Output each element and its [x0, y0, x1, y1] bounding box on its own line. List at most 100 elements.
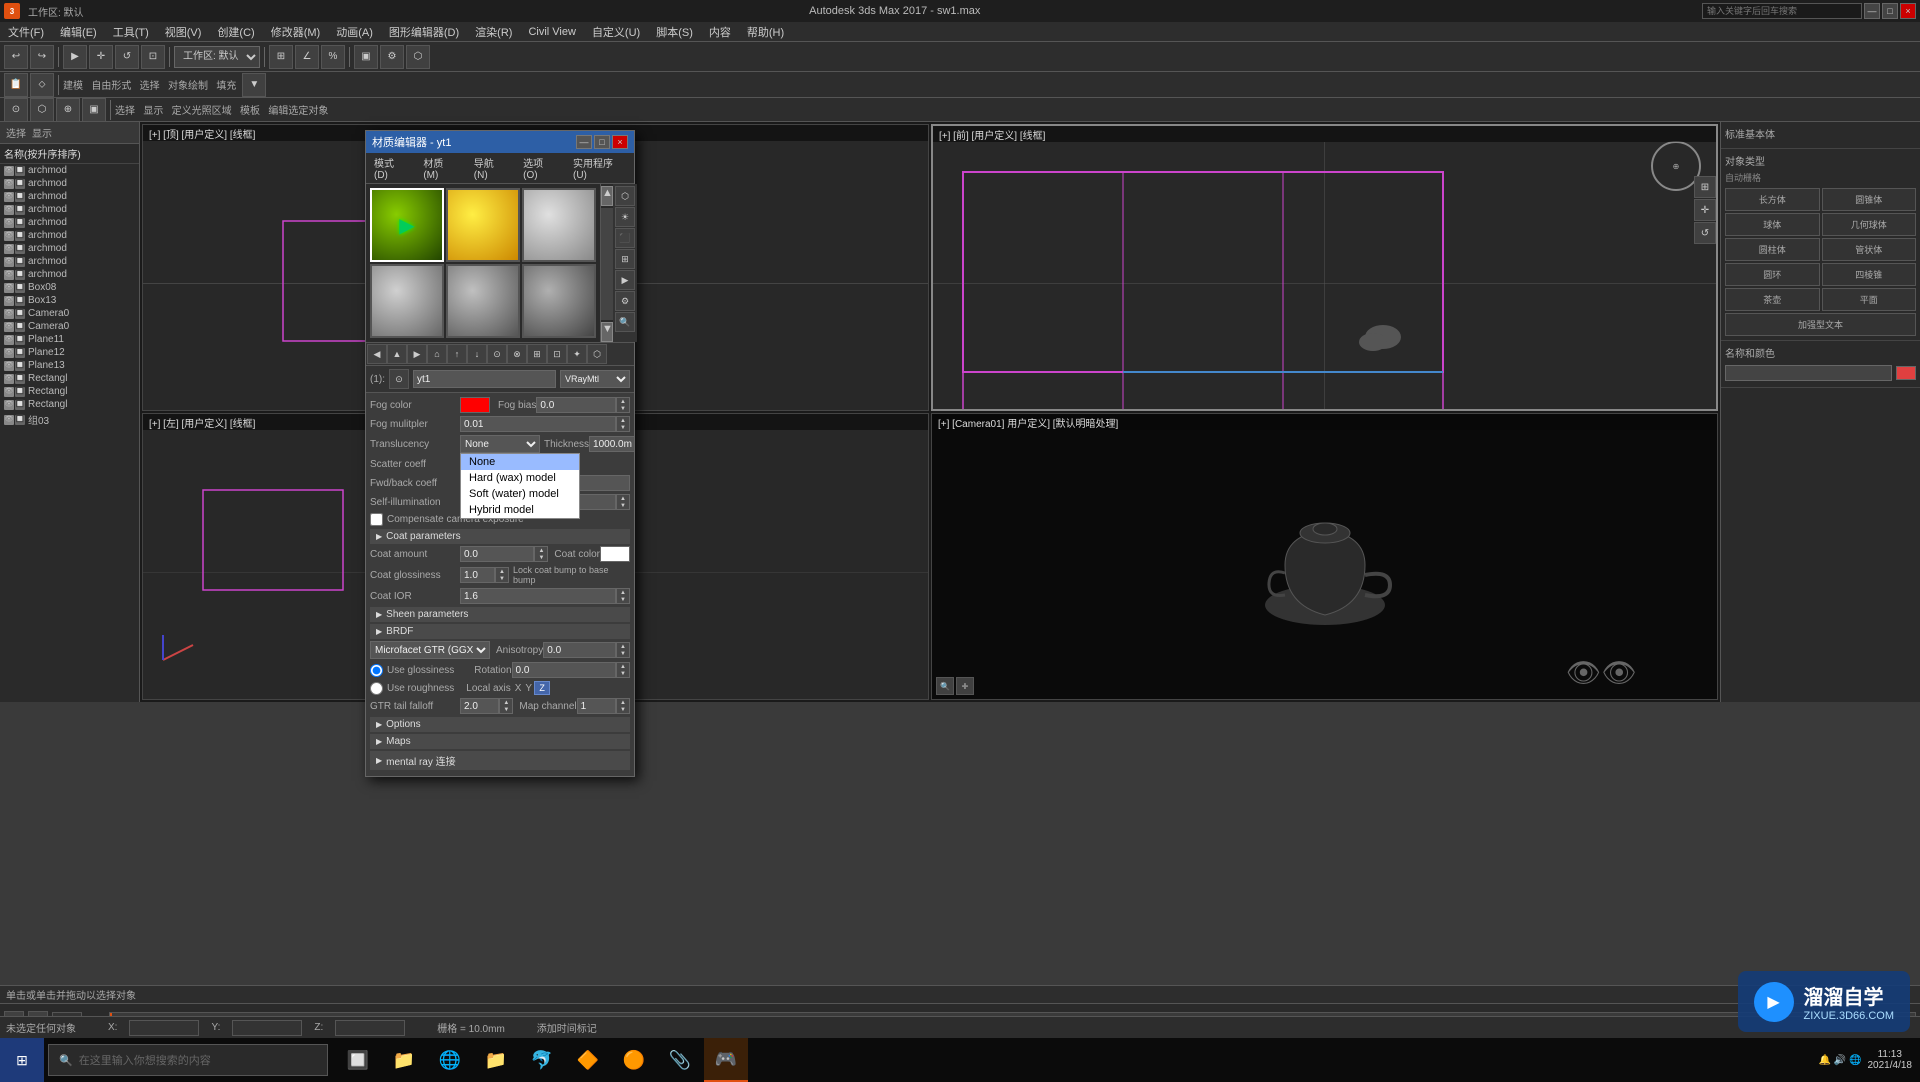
- use-gloss-radio[interactable]: [370, 664, 383, 677]
- menu-civil-view[interactable]: Civil View: [520, 22, 583, 41]
- minimize-button[interactable]: —: [1864, 3, 1880, 19]
- dialog-maximize[interactable]: □: [594, 135, 610, 149]
- options-header[interactable]: Options: [370, 717, 630, 732]
- coat-amount-input[interactable]: [460, 546, 534, 562]
- z-coord-input[interactable]: [335, 1020, 405, 1036]
- mat-menu-mode[interactable]: 模式(D): [366, 153, 415, 183]
- menu-edit[interactable]: 编辑(E): [52, 22, 105, 41]
- shape-box[interactable]: 长方体: [1725, 188, 1820, 211]
- mat-name-input[interactable]: [413, 370, 556, 388]
- taskbar-app-6[interactable]: 🔶: [566, 1038, 610, 1082]
- mat-slot-5[interactable]: [522, 264, 596, 338]
- fog-color-swatch[interactable]: [460, 397, 490, 413]
- list-item[interactable]: 👁🔲 archmod: [0, 229, 139, 242]
- snap-toggle[interactable]: ⊞: [269, 45, 293, 69]
- redo-button[interactable]: ↪: [30, 45, 54, 69]
- close-button[interactable]: ×: [1900, 3, 1916, 19]
- fog-multiplier-input[interactable]: [460, 416, 616, 432]
- shape-cone[interactable]: 圆锥体: [1822, 188, 1917, 211]
- list-item[interactable]: 👁🔲 archmod: [0, 177, 139, 190]
- list-item[interactable]: 👁🔲 archmod: [0, 190, 139, 203]
- taskbar-3dsmax[interactable]: 🎮: [704, 1038, 748, 1082]
- scene-btn2[interactable]: ⬡: [30, 98, 54, 122]
- mat-type-icon[interactable]: ⊙: [389, 369, 409, 389]
- shape-tube[interactable]: 管状体: [1822, 238, 1917, 261]
- select-label[interactable]: 选择: [6, 125, 26, 140]
- menu-create[interactable]: 创建(C): [209, 22, 262, 41]
- list-item[interactable]: 👁🔲 archmod: [0, 203, 139, 216]
- taskbar-search[interactable]: 🔍 在这里输入你想搜索的内容: [48, 1044, 328, 1076]
- taskbar-app-3[interactable]: 🌐: [428, 1038, 472, 1082]
- coat-color-swatch[interactable]: [600, 546, 630, 562]
- menu-animate[interactable]: 动画(A): [328, 22, 381, 41]
- menu-file[interactable]: 文件(F): [0, 22, 52, 41]
- dialog-close[interactable]: ×: [612, 135, 628, 149]
- trans-option-none[interactable]: None: [461, 454, 579, 470]
- list-item[interactable]: 👁🔲 Rectangl: [0, 372, 139, 385]
- nav-assign[interactable]: ⊙: [487, 344, 507, 364]
- mat-video[interactable]: ▶: [615, 270, 635, 290]
- list-item[interactable]: 👁🔲 archmod: [0, 242, 139, 255]
- shape-plane[interactable]: 平面: [1822, 288, 1917, 311]
- mat-menu-material[interactable]: 材质(M): [415, 153, 465, 183]
- layer-manager[interactable]: ⬦: [30, 73, 54, 97]
- menu-script[interactable]: 脚本(S): [648, 22, 701, 41]
- nav-put[interactable]: ↑: [447, 344, 467, 364]
- material-editor-btn[interactable]: ⬡: [406, 45, 430, 69]
- vp-zoom-btn[interactable]: ⊞: [1694, 176, 1716, 198]
- render-button[interactable]: ▣: [354, 45, 378, 69]
- coat-ior-spinner[interactable]: ▲▼: [616, 588, 630, 604]
- mat-bg[interactable]: ⬛: [615, 228, 635, 248]
- viewport-camera[interactable]: [+] [Camera01] 用户定义] [默认明暗处理] 🔍 ✛: [931, 413, 1718, 700]
- clock[interactable]: 11:13 2021/4/18: [1868, 1049, 1913, 1071]
- list-item[interactable]: 👁🔲 组03: [0, 411, 139, 428]
- nav-copy[interactable]: ⊞: [527, 344, 547, 364]
- list-item[interactable]: 👁🔲 Box08: [0, 281, 139, 294]
- list-item[interactable]: 👁🔲 Rectangl: [0, 398, 139, 411]
- rotation-input[interactable]: [512, 662, 616, 678]
- anisotropy-spinner[interactable]: ▲▼: [616, 642, 630, 658]
- mat-magnify[interactable]: 🔍: [615, 312, 635, 332]
- gtr-input[interactable]: [460, 698, 499, 714]
- fill-btn[interactable]: ▼: [242, 73, 266, 97]
- shape-torus[interactable]: 圆环: [1725, 263, 1820, 286]
- select-button[interactable]: ▶: [63, 45, 87, 69]
- menu-content[interactable]: 内容: [701, 22, 739, 41]
- scroll-up[interactable]: ▲: [601, 186, 613, 206]
- rotate-button[interactable]: ↺: [115, 45, 139, 69]
- workspace-dropdown[interactable]: 工作区: 默认: [174, 46, 260, 68]
- list-item[interactable]: 👁🔲 Plane11: [0, 333, 139, 346]
- list-item[interactable]: 👁🔲 Box13: [0, 294, 139, 307]
- maximize-button[interactable]: □: [1882, 3, 1898, 19]
- coat-gloss-spinner[interactable]: ▲▼: [495, 567, 509, 583]
- menu-graph-editor[interactable]: 图形编辑器(D): [381, 22, 467, 41]
- z-button[interactable]: Z: [534, 681, 550, 695]
- taskbar-app-2[interactable]: 📁: [382, 1038, 426, 1082]
- thickness-input[interactable]: [589, 436, 634, 452]
- viewport-top-right[interactable]: [+] [前] [用户定义] [线框]: [931, 124, 1718, 411]
- vp-orbit-btn[interactable]: ↺: [1694, 222, 1716, 244]
- nav-home[interactable]: ⌂: [427, 344, 447, 364]
- taskbar-app-4[interactable]: 📁: [474, 1038, 518, 1082]
- fog-mult-spinner[interactable]: ▲▼: [616, 416, 630, 432]
- list-item[interactable]: 👁🔲 Camera0: [0, 320, 139, 333]
- x-coord-input[interactable]: [129, 1020, 199, 1036]
- coat-gloss-input[interactable]: [460, 567, 495, 583]
- mult-spinner[interactable]: ▲▼: [616, 494, 630, 510]
- mat-menu-nav[interactable]: 导航(N): [466, 153, 515, 183]
- list-item[interactable]: 👁🔲 Plane13: [0, 359, 139, 372]
- mat-menu-utils[interactable]: 实用程序(U): [565, 153, 634, 183]
- mat-slot-4[interactable]: [446, 264, 520, 338]
- mat-slot-2[interactable]: [522, 188, 596, 262]
- brdf-header[interactable]: BRDF: [370, 624, 630, 639]
- percent-snap[interactable]: %: [321, 45, 345, 69]
- shape-teapot[interactable]: 茶壶: [1725, 288, 1820, 311]
- mat-slot-0[interactable]: [370, 188, 444, 262]
- translucency-select[interactable]: None: [460, 435, 540, 453]
- shape-pyramid[interactable]: 四棱锥: [1822, 263, 1917, 286]
- menu-tools[interactable]: 工具(T): [105, 22, 157, 41]
- cam-pan[interactable]: ✛: [956, 677, 974, 695]
- mat-menu-options[interactable]: 选项(O): [515, 153, 565, 183]
- menu-render[interactable]: 渲染(R): [467, 22, 520, 41]
- nav-reset[interactable]: ⊗: [507, 344, 527, 364]
